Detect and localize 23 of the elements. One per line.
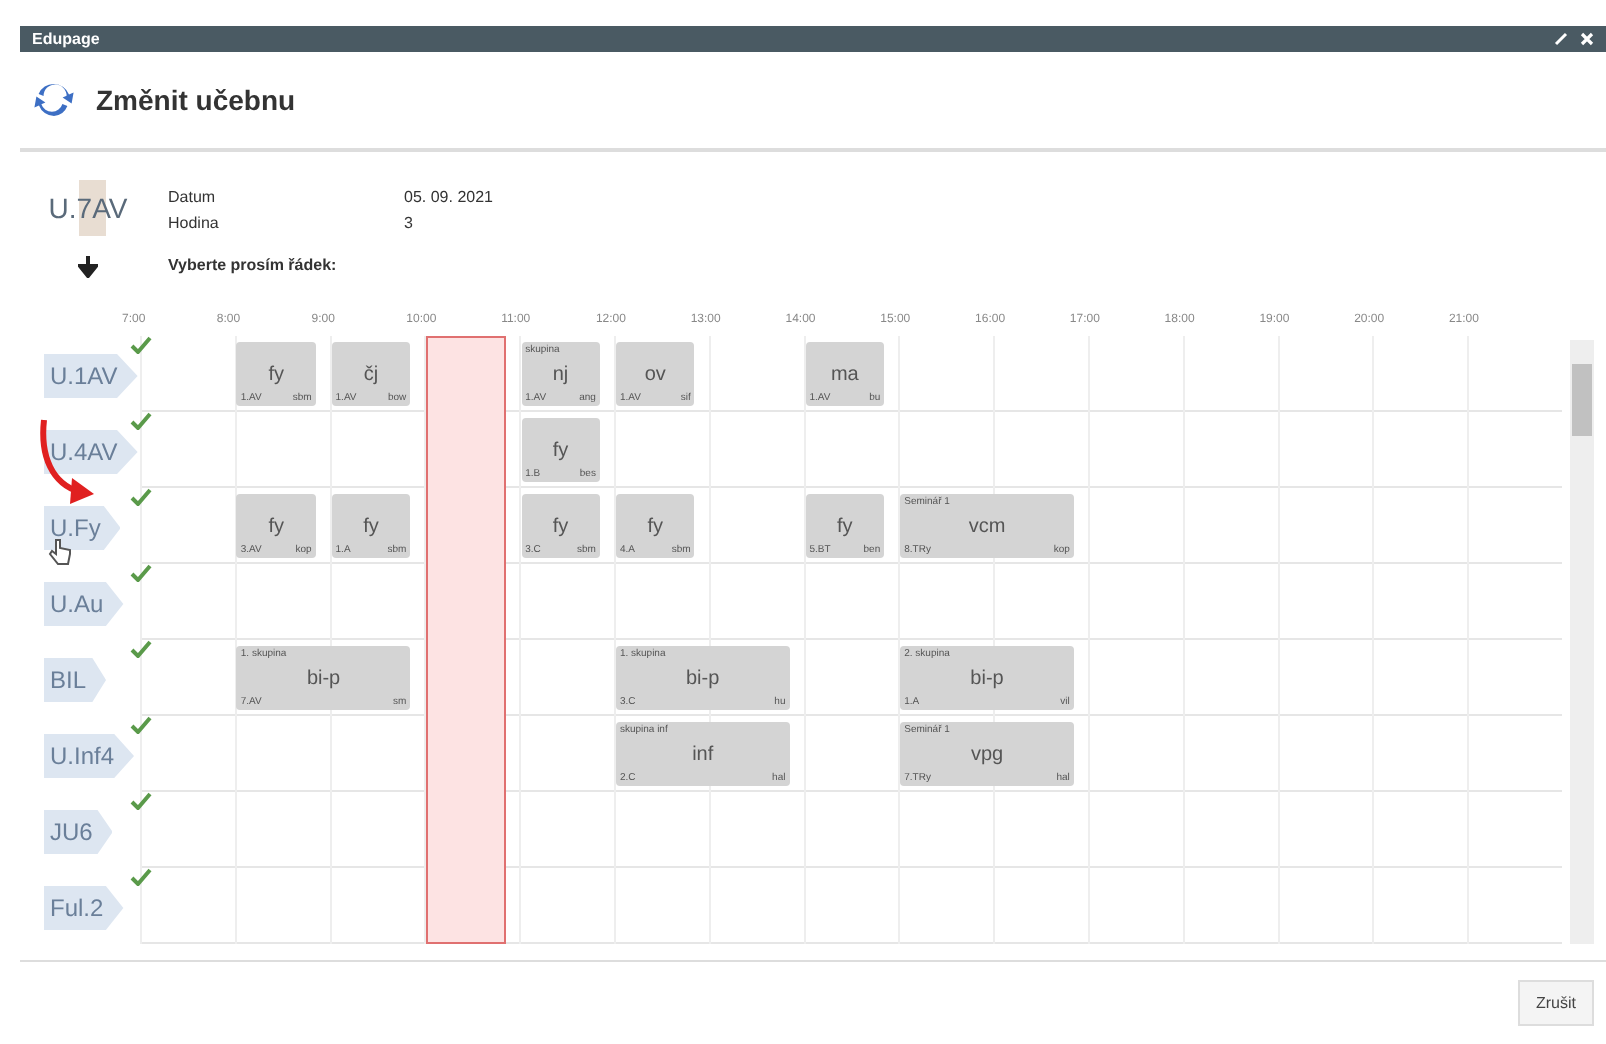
window-title: Edupage bbox=[32, 30, 102, 48]
field-value: 05. 09. 2021 bbox=[404, 188, 493, 206]
hand-cursor-icon bbox=[48, 538, 72, 566]
down-arrow-icon bbox=[78, 256, 98, 278]
room-row-label[interactable]: U.1AV bbox=[44, 354, 138, 398]
scrollbar[interactable] bbox=[1570, 340, 1594, 944]
field-value: 3 bbox=[404, 214, 415, 232]
field-label: Hodina bbox=[168, 214, 221, 232]
refresh-icon bbox=[32, 78, 76, 122]
prompt-text: Vyberte prosím řádek: bbox=[168, 256, 339, 274]
room-row-label[interactable]: U.Inf4 bbox=[44, 734, 135, 778]
close-icon[interactable] bbox=[1580, 32, 1594, 46]
edit-icon[interactable] bbox=[1554, 32, 1568, 46]
room-row-label[interactable]: BIL bbox=[44, 658, 107, 702]
dialog-title: Změnit učebnu bbox=[96, 84, 296, 116]
room-row-label[interactable]: JU6 bbox=[44, 810, 113, 854]
cancel-button[interactable]: Zrušit bbox=[1518, 980, 1594, 1026]
room-row-label[interactable]: U.4AV bbox=[44, 430, 138, 474]
current-room: U.7AV bbox=[44, 180, 132, 236]
room-row-label[interactable]: U.Fy bbox=[44, 506, 121, 550]
room-row-label[interactable]: U.Au bbox=[44, 582, 124, 626]
field-label: Datum bbox=[168, 188, 218, 206]
room-row-label[interactable]: Ful.2 bbox=[44, 886, 124, 930]
